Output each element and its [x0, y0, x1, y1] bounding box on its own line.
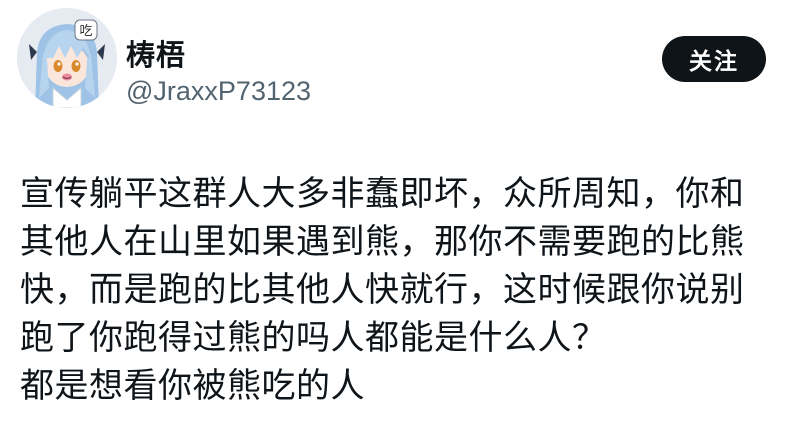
tweet-text: 宣传躺平这群人大多非蠢即坏，众所周知，你和 其他人在山里如果遇到熊，那你不需要跑… — [20, 170, 780, 410]
tweet-line: 跑了你跑得过熊的吗人都能是什么人？ — [20, 318, 607, 358]
author-handle[interactable]: @JraxxP73123 — [126, 74, 311, 108]
follow-button[interactable]: 关注 — [662, 36, 766, 82]
tweet-line: 其他人在山里如果遇到熊，那你不需要跑的比熊 — [20, 222, 745, 262]
tweet-line: 宣传躺平这群人大多非蠢即坏，众所周知，你和 — [20, 174, 745, 214]
anime-girl-avatar-icon: 吃 — [17, 8, 117, 108]
author-info: 梼梧 @JraxxP73123 — [126, 38, 311, 108]
tweet-line: 快，而是跑的比其他人快就行，这时候跟你说别 — [20, 270, 745, 310]
author-display-name[interactable]: 梼梧 — [126, 38, 311, 72]
avatar-badge-text: 吃 — [79, 23, 92, 39]
avatar[interactable]: 吃 — [17, 8, 117, 108]
tweet-line: 都是想看你被熊吃的人 — [20, 366, 365, 406]
